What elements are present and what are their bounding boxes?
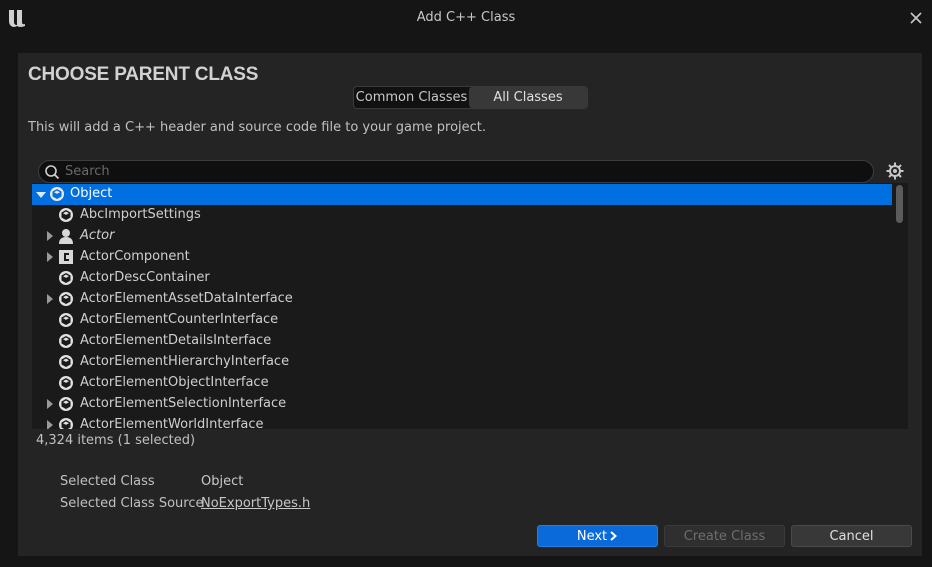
collapsed-arrow-icon[interactable] <box>45 294 55 304</box>
selected-class-value: Object <box>201 474 244 489</box>
scrollbar-thumb[interactable] <box>896 185 903 223</box>
search-icon <box>45 165 60 180</box>
tree-row[interactable]: ActorComponent <box>32 247 892 268</box>
tab-common-classes[interactable]: Common Classes <box>354 87 469 108</box>
object-class-icon <box>59 397 73 411</box>
selected-source-label: Selected Class Source <box>60 496 204 511</box>
object-class-icon <box>59 376 73 390</box>
component-class-icon <box>59 250 73 264</box>
window-title: Add C++ Class <box>416 10 516 25</box>
tree-row-object[interactable]: Object <box>32 184 892 205</box>
tree-row-label: ActorElementObjectInterface <box>80 375 269 390</box>
expanded-arrow-icon[interactable] <box>36 190 46 200</box>
object-class-icon <box>50 187 64 201</box>
tree-row[interactable]: Actor <box>32 226 892 247</box>
tree-row[interactable]: ActorElementHierarchyInterface <box>32 352 892 373</box>
tree-row-label: Actor <box>80 228 115 243</box>
next-button-label: Next <box>576 528 608 544</box>
close-icon[interactable] <box>906 8 926 28</box>
title-bar: Add C++ Class <box>0 0 932 36</box>
tree-row-label: ActorElementAssetDataInterface <box>80 291 293 306</box>
tree-row-label: AbcImportSettings <box>80 207 201 222</box>
selected-source-link[interactable]: NoExportTypes.h <box>201 496 310 511</box>
create-class-button[interactable]: Create Class <box>664 525 785 547</box>
tree-row-label: ActorElementDetailsInterface <box>80 333 272 348</box>
next-button[interactable]: Next <box>537 525 658 547</box>
search-box <box>38 160 874 183</box>
page-title: CHOOSE PARENT CLASS <box>28 64 259 85</box>
object-class-icon <box>59 292 73 306</box>
object-class-icon <box>59 271 73 285</box>
tree-row-label: Object <box>70 186 113 201</box>
tree-scrollbar[interactable] <box>896 185 904 423</box>
description-text: This will add a C++ header and source co… <box>28 120 487 135</box>
object-class-icon <box>59 418 73 429</box>
item-count: 4,324 items (1 selected) <box>36 433 196 448</box>
tree-row[interactable]: ActorElementWorldInterface <box>32 415 892 429</box>
collapsed-arrow-icon[interactable] <box>45 420 55 429</box>
actor-class-icon <box>59 229 73 244</box>
selected-class-label: Selected Class <box>60 474 155 489</box>
chevron-right-icon <box>610 531 618 541</box>
dialog-panel: CHOOSE PARENT CLASS Common Classes All C… <box>18 53 922 556</box>
cancel-button[interactable]: Cancel <box>791 525 912 547</box>
tree-row[interactable]: ActorElementAssetDataInterface <box>32 289 892 310</box>
search-input[interactable] <box>65 162 855 181</box>
tree-row-label: ActorComponent <box>80 249 190 264</box>
tree-row-label: ActorElementSelectionInterface <box>80 396 287 411</box>
tab-all-classes[interactable]: All Classes <box>469 87 587 108</box>
collapsed-arrow-icon[interactable] <box>45 252 55 262</box>
collapsed-arrow-icon[interactable] <box>45 399 55 409</box>
tree-row[interactable]: ActorElementDetailsInterface <box>32 331 892 352</box>
collapsed-arrow-icon[interactable] <box>45 231 55 241</box>
object-class-icon <box>59 355 73 369</box>
object-class-icon <box>59 208 73 222</box>
tree-row[interactable]: ActorDescContainer <box>32 268 892 289</box>
class-tree: Object AbcImportSettings Actor ActorComp… <box>32 183 908 429</box>
tree-row[interactable]: AbcImportSettings <box>32 205 892 226</box>
object-class-icon <box>59 313 73 327</box>
tree-row[interactable]: ActorElementObjectInterface <box>32 373 892 394</box>
gear-icon[interactable] <box>885 161 905 181</box>
class-filter-tabs: Common Classes All Classes <box>353 86 588 109</box>
tree-row-label: ActorDescContainer <box>80 270 210 285</box>
tree-row-label: ActorElementWorldInterface <box>80 417 264 429</box>
tree-row[interactable]: ActorElementCounterInterface <box>32 310 892 331</box>
tree-row[interactable]: ActorElementSelectionInterface <box>32 394 892 415</box>
object-class-icon <box>59 334 73 348</box>
tree-row-label: ActorElementHierarchyInterface <box>80 354 290 369</box>
tree-row-label: ActorElementCounterInterface <box>80 312 279 327</box>
